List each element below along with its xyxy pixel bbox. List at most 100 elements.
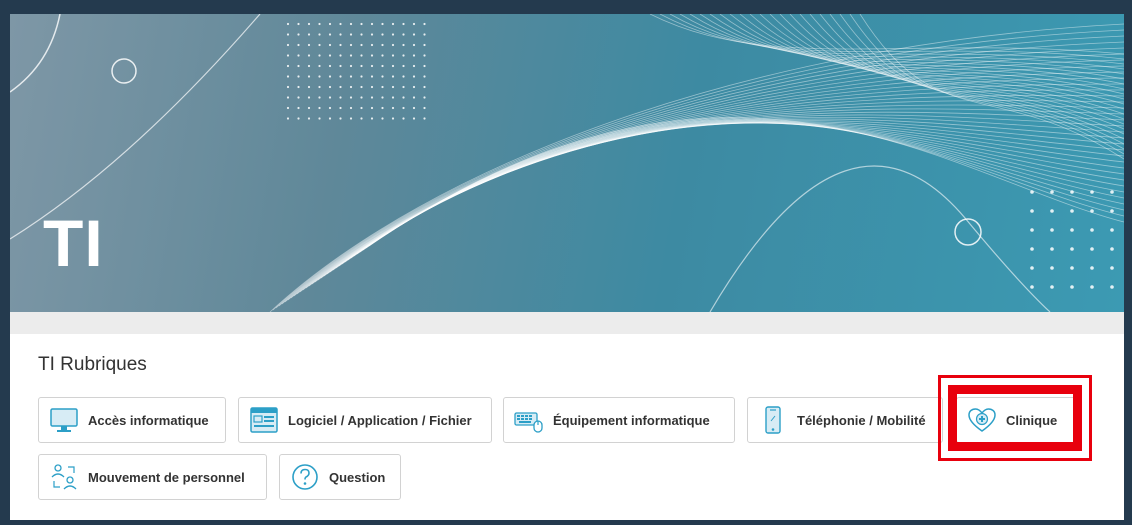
- hero-dot: [402, 85, 405, 89]
- hero-dot: [391, 85, 395, 89]
- hero-dot: [391, 43, 395, 47]
- rubrique-telephonie-mobilite-button[interactable]: Téléphonie / Mobilité: [747, 397, 943, 443]
- hero-dot: [286, 117, 290, 120]
- hero-dot: [318, 33, 321, 36]
- hero-dot: [412, 96, 416, 99]
- hero-dot: [286, 85, 290, 89]
- hero-dot: [297, 75, 300, 78]
- keyboard-mouse-icon: [514, 405, 544, 435]
- hero-dot: [1050, 228, 1054, 232]
- hero-dot: [1110, 266, 1114, 270]
- hero-dot: [1070, 190, 1074, 194]
- hero-dot: [360, 22, 363, 26]
- hero-dot: [328, 117, 332, 120]
- rubrique-label: Logiciel / Application / Fichier: [288, 412, 472, 428]
- hero-dot: [381, 75, 384, 78]
- hero-dot: [349, 117, 353, 120]
- section-title: TI Rubriques: [38, 354, 147, 375]
- hero-dot: [1110, 285, 1114, 289]
- hero-dot: [412, 106, 416, 110]
- hero-wave-line: [338, 122, 1124, 267]
- hero-dot: [402, 33, 405, 36]
- hero-dot: [402, 54, 405, 57]
- hero-dot: [1030, 190, 1034, 194]
- hero-dot: [307, 117, 311, 120]
- hero-dot: [328, 43, 332, 47]
- hero-dot: [381, 117, 384, 120]
- rubrique-logiciel-application-fichier-button[interactable]: Logiciel / Application / Fichier: [238, 397, 492, 443]
- hero-dot: [328, 75, 332, 78]
- rubrique-acces-informatique-button[interactable]: Accès informatique: [38, 397, 226, 443]
- hero-dot: [1090, 285, 1094, 289]
- hero-dot: [318, 43, 321, 47]
- hero-dot: [318, 54, 321, 57]
- question-circle-icon: [290, 462, 320, 492]
- hero-dot: [339, 106, 342, 110]
- people-transfer-icon: [49, 462, 79, 492]
- hero-dot: [360, 85, 363, 89]
- hero-dot: [402, 106, 405, 110]
- hero-dot: [391, 22, 395, 26]
- hero-dot: [297, 117, 300, 120]
- hero-dot: [370, 85, 374, 89]
- hero-dot: [412, 117, 416, 120]
- hero-dot: [349, 64, 353, 68]
- hero-dot: [370, 22, 374, 26]
- hero-dot: [339, 96, 342, 99]
- hero-dot: [339, 33, 342, 36]
- hero-dot: [423, 85, 426, 89]
- hero-dot: [360, 117, 363, 120]
- hero-dot: [360, 54, 363, 57]
- hero-dot: [370, 64, 374, 68]
- hero-dot: [423, 33, 426, 36]
- hero-decoration: [10, 14, 1124, 312]
- hero-wave-line: [299, 83, 1124, 293]
- hero-dot: [318, 85, 321, 89]
- hero-dot: [370, 54, 374, 57]
- hero-dot: [1070, 247, 1074, 251]
- hero-dot: [349, 85, 353, 89]
- rubrique-question-button[interactable]: Question: [279, 454, 401, 500]
- hero-wave-line: [311, 104, 1124, 285]
- hero-dot: [297, 106, 300, 110]
- hero-dot: [360, 96, 363, 99]
- hero-dot: [307, 22, 311, 26]
- hero-dot: [1110, 190, 1114, 194]
- hero-dot: [307, 33, 311, 36]
- rubrique-label: Question: [329, 469, 386, 485]
- rubrique-mouvement-de-personnel-button[interactable]: Mouvement de personnel: [38, 454, 267, 500]
- hero-dot: [328, 33, 332, 36]
- hero-wave-line: [679, 14, 1124, 70]
- rubrique-equipement-informatique-button[interactable]: Équipement informatique: [503, 397, 735, 443]
- hero-dot: [339, 54, 342, 57]
- hero-dot: [297, 64, 300, 68]
- hero-dot: [297, 22, 300, 26]
- hero-dot: [286, 33, 290, 36]
- hero-dot: [349, 54, 353, 57]
- hero-dot: [391, 117, 395, 120]
- smartphone-icon: [758, 405, 788, 435]
- application-window-icon: [249, 405, 279, 435]
- hero-dot: [1070, 228, 1074, 232]
- hero-dot: [349, 106, 353, 110]
- hero-dot: [1110, 247, 1114, 251]
- hero-dot: [286, 106, 290, 110]
- hero-dot: [297, 96, 300, 99]
- hero-dot: [381, 54, 384, 57]
- hero-dot: [402, 96, 405, 99]
- hero-dot: [328, 85, 332, 89]
- hero-dot: [381, 96, 384, 99]
- hero-dot: [297, 33, 300, 36]
- rubrique-label: Mouvement de personnel: [88, 469, 245, 485]
- hero-dot: [360, 106, 363, 110]
- hero-dot: [328, 64, 332, 68]
- hero-dot: [297, 43, 300, 47]
- hero-dot: [391, 106, 395, 110]
- hero-dot: [328, 96, 332, 99]
- hero-dot: [391, 75, 395, 78]
- monitor-icon: [49, 405, 79, 435]
- hero-dot: [1090, 190, 1094, 194]
- hero-dot: [370, 33, 374, 36]
- hero-dot: [423, 54, 426, 57]
- hero-dot: [1050, 190, 1054, 194]
